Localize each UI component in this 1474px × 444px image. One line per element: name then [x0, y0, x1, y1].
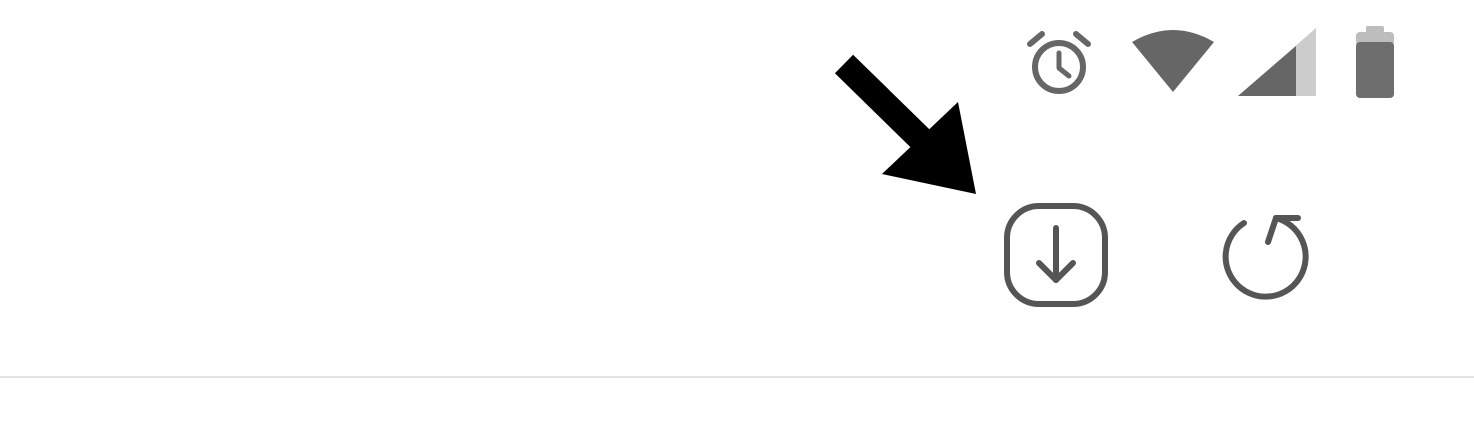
battery-icon [1356, 26, 1394, 98]
toolbar [0, 170, 1474, 340]
download-icon [1004, 203, 1108, 307]
cellular-signal-icon [1238, 28, 1316, 96]
download-button[interactable] [996, 200, 1116, 310]
divider [0, 376, 1474, 378]
alarm-clock-icon [1027, 31, 1091, 94]
wifi-icon [1132, 30, 1214, 92]
status-bar [0, 0, 1474, 110]
refresh-button[interactable] [1206, 200, 1316, 310]
refresh-icon [1222, 215, 1309, 300]
